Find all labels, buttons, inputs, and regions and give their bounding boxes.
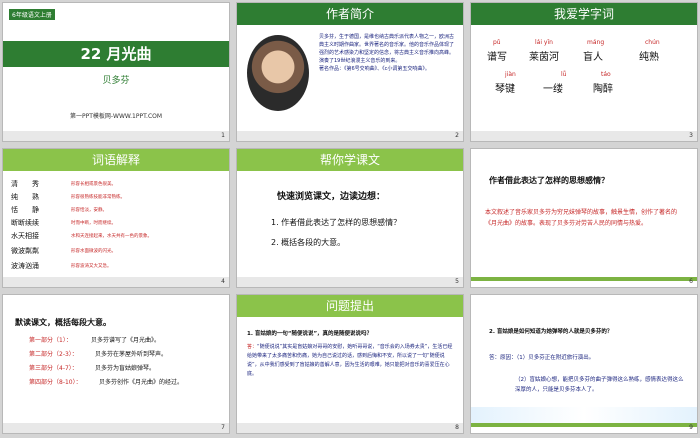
part-text: 贝多芬为盲姑娘弹琴。 bbox=[95, 365, 156, 372]
slide-number: 5 bbox=[455, 278, 459, 285]
part-text: 贝多芬创作《月光曲》的经过。 bbox=[99, 379, 184, 386]
vocab-def: 时而中断，时而继续。 bbox=[71, 221, 116, 226]
vocab-def: 形容水面微波的闪光。 bbox=[71, 249, 116, 254]
vocab-def: 形容很熟练技能非常熟练。 bbox=[71, 195, 125, 200]
footer-strip bbox=[237, 277, 463, 287]
footer-strip bbox=[3, 277, 229, 287]
slide-thumbnail-8[interactable]: 问题提出 1. 盲姑娘的一句“随便说说”，真的是随便说说吗？ 答：“随便说说”其… bbox=[236, 294, 464, 434]
slide-thumbnail-2[interactable]: 作者简介 贝多芬，生于德国，是维也纳古典乐派代表人物之一，欧洲古典主义时期作曲家… bbox=[236, 2, 464, 142]
footer-strip bbox=[471, 131, 697, 141]
vocab-word: 纯 熟 bbox=[11, 193, 39, 201]
vocab-word: 一缕 bbox=[543, 84, 563, 95]
vocab-word: 微波粼粼 bbox=[11, 247, 39, 255]
part-label: 第四部分（8-10）： bbox=[29, 379, 82, 386]
bottom-bar bbox=[471, 277, 697, 281]
answer: 本文叙述了音乐家贝多芬为穷兄妹弹琴的故事，触景生情，创作了著名的《月光曲》的故事… bbox=[485, 209, 678, 227]
slide-number: 2 bbox=[455, 132, 459, 139]
slide-subtitle: 贝多芬 bbox=[102, 76, 130, 86]
vocab-word: 琴键 bbox=[495, 84, 515, 95]
site-text: 第一PPT模板网-WWW.1PPT.COM bbox=[69, 113, 163, 120]
pinyin: táo bbox=[601, 71, 611, 78]
vocab-word: 盲人 bbox=[583, 52, 603, 63]
vocab-def: 水和天连接起来，水天共有一色的景象。 bbox=[71, 234, 152, 239]
slide-thumbnail-6[interactable]: 作者借此表达了怎样的思想感情？ 本文叙述了音乐家贝多芬为穷兄妹弹琴的故事，触景生… bbox=[470, 148, 698, 288]
vocab-word: 水天相接 bbox=[11, 232, 39, 240]
pinyin: máng bbox=[587, 39, 605, 46]
slide-number: 3 bbox=[689, 132, 693, 139]
answer-2: （2）盲姑娘心想，能把贝多芬的曲子弹得这么熟练，感情表达得这么深厚的人，只能是贝… bbox=[515, 377, 684, 393]
part-label: 第一部分（1）： bbox=[29, 337, 72, 344]
pinyin: lái yīn bbox=[535, 39, 553, 46]
decorative-wave bbox=[471, 407, 697, 423]
grade-tag: 6年级语文上册 bbox=[9, 9, 55, 20]
vocab-word: 纯熟 bbox=[639, 52, 659, 63]
vocab-word: 波涛汹涌 bbox=[11, 262, 39, 270]
slide-header: 问题提出 bbox=[237, 295, 463, 317]
question: 1. 盲姑娘的一句“随便说说”，真的是随便说说吗？ bbox=[247, 331, 373, 337]
pinyin: jiàn bbox=[505, 71, 516, 78]
section-heading: 默读课文，概括每段大意。 bbox=[15, 318, 111, 327]
slide-thumbnail-7[interactable]: 默读课文，概括每段大意。 第一部分（1）： 贝多芬谱写了《月光曲》。 第二部分（… bbox=[2, 294, 230, 434]
pinyin: lǚ bbox=[561, 71, 567, 78]
bio-text: 贝多芬，生于德国，是维也纳古典乐派代表人物之一，欧洲古典主义时期作曲家。世界著名… bbox=[319, 34, 455, 72]
slide-number: 7 bbox=[221, 424, 225, 431]
slide-number: 1 bbox=[221, 132, 225, 139]
vocab-word: 莱茵河 bbox=[529, 52, 559, 63]
slide-number: 4 bbox=[221, 278, 225, 285]
part-label: 第三部分（4-7）： bbox=[29, 365, 78, 372]
slide-header: 帮你学课文 bbox=[237, 149, 463, 171]
question: 2. 盲姑娘是如何知道为她弹琴的人就是贝多芬的？ bbox=[489, 329, 613, 335]
section-heading: 快速浏览课文，边读边想： bbox=[277, 192, 386, 202]
part-label: 第二部分（2-3）： bbox=[29, 351, 78, 358]
vocab-def: 形容波涛又大又急。 bbox=[71, 264, 112, 269]
slide-header: 作者简介 bbox=[237, 3, 463, 25]
slide-thumbnail-4[interactable]: 词语解释 清 秀 形容长相或景色很美。 纯 熟 形容很熟练技能非常熟练。 恬 静… bbox=[2, 148, 230, 288]
vocab-word: 恬 静 bbox=[11, 206, 39, 214]
footer-strip bbox=[3, 131, 229, 141]
vocab-word: 清 秀 bbox=[11, 180, 39, 188]
slide-thumbnail-5[interactable]: 帮你学课文 快速浏览课文，边读边想： 1. 作者借此表达了怎样的思想感情？ 2.… bbox=[236, 148, 464, 288]
part-text: 贝多芬在茅屋外听到琴声。 bbox=[95, 351, 168, 358]
pinyin: pǔ bbox=[493, 39, 501, 46]
answer-1: 答：原因：（1）贝多芬正在附近旅行演出。 bbox=[489, 355, 595, 361]
slide-header: 我爱学字词 bbox=[471, 3, 697, 25]
slide-thumbnail-1[interactable]: 6年级语文上册 22 月光曲 贝多芬 第一PPT模板网-WWW.1PPT.COM… bbox=[2, 2, 230, 142]
footer-strip bbox=[237, 131, 463, 141]
pinyin: chún bbox=[645, 39, 660, 46]
slide-title: 22 月光曲 bbox=[3, 41, 229, 67]
slide-number: 8 bbox=[455, 424, 459, 431]
answer: 答：“随便说说”其实是盲姑娘对哥哥的安慰，她听哥哥说，“音乐会的入场券太贵”，生… bbox=[247, 344, 453, 377]
vocab-def: 形容长相或景色很美。 bbox=[71, 182, 116, 187]
footer-strip bbox=[3, 423, 229, 433]
vocab-word: 断断续续 bbox=[11, 219, 39, 227]
slide-number: 6 bbox=[689, 278, 693, 285]
slide-header: 词语解释 bbox=[3, 149, 229, 171]
footer-strip bbox=[237, 423, 463, 433]
slide-thumbnail-3[interactable]: 我爱学字词 pǔ lái yīn máng chún 谱写 莱茵河 盲人 纯熟 … bbox=[470, 2, 698, 142]
vocab-word: 陶醉 bbox=[593, 84, 613, 95]
vocab-word: 谱写 bbox=[487, 52, 507, 63]
slide-number: 9 bbox=[689, 424, 693, 431]
bottom-bar bbox=[471, 423, 697, 427]
part-text: 贝多芬谱写了《月光曲》。 bbox=[91, 337, 161, 344]
vocab-def: 形容恬淡，安静。 bbox=[71, 208, 107, 213]
slide-thumbnail-9[interactable]: 2. 盲姑娘是如何知道为她弹琴的人就是贝多芬的？ 答：原因：（1）贝多芬正在附近… bbox=[470, 294, 698, 434]
question: 作者借此表达了怎样的思想感情？ bbox=[489, 176, 609, 185]
beethoven-portrait bbox=[247, 35, 309, 111]
question-2: 2. 概括各段的大意。 bbox=[271, 238, 346, 247]
question-1: 1. 作者借此表达了怎样的思想感情？ bbox=[271, 218, 402, 227]
